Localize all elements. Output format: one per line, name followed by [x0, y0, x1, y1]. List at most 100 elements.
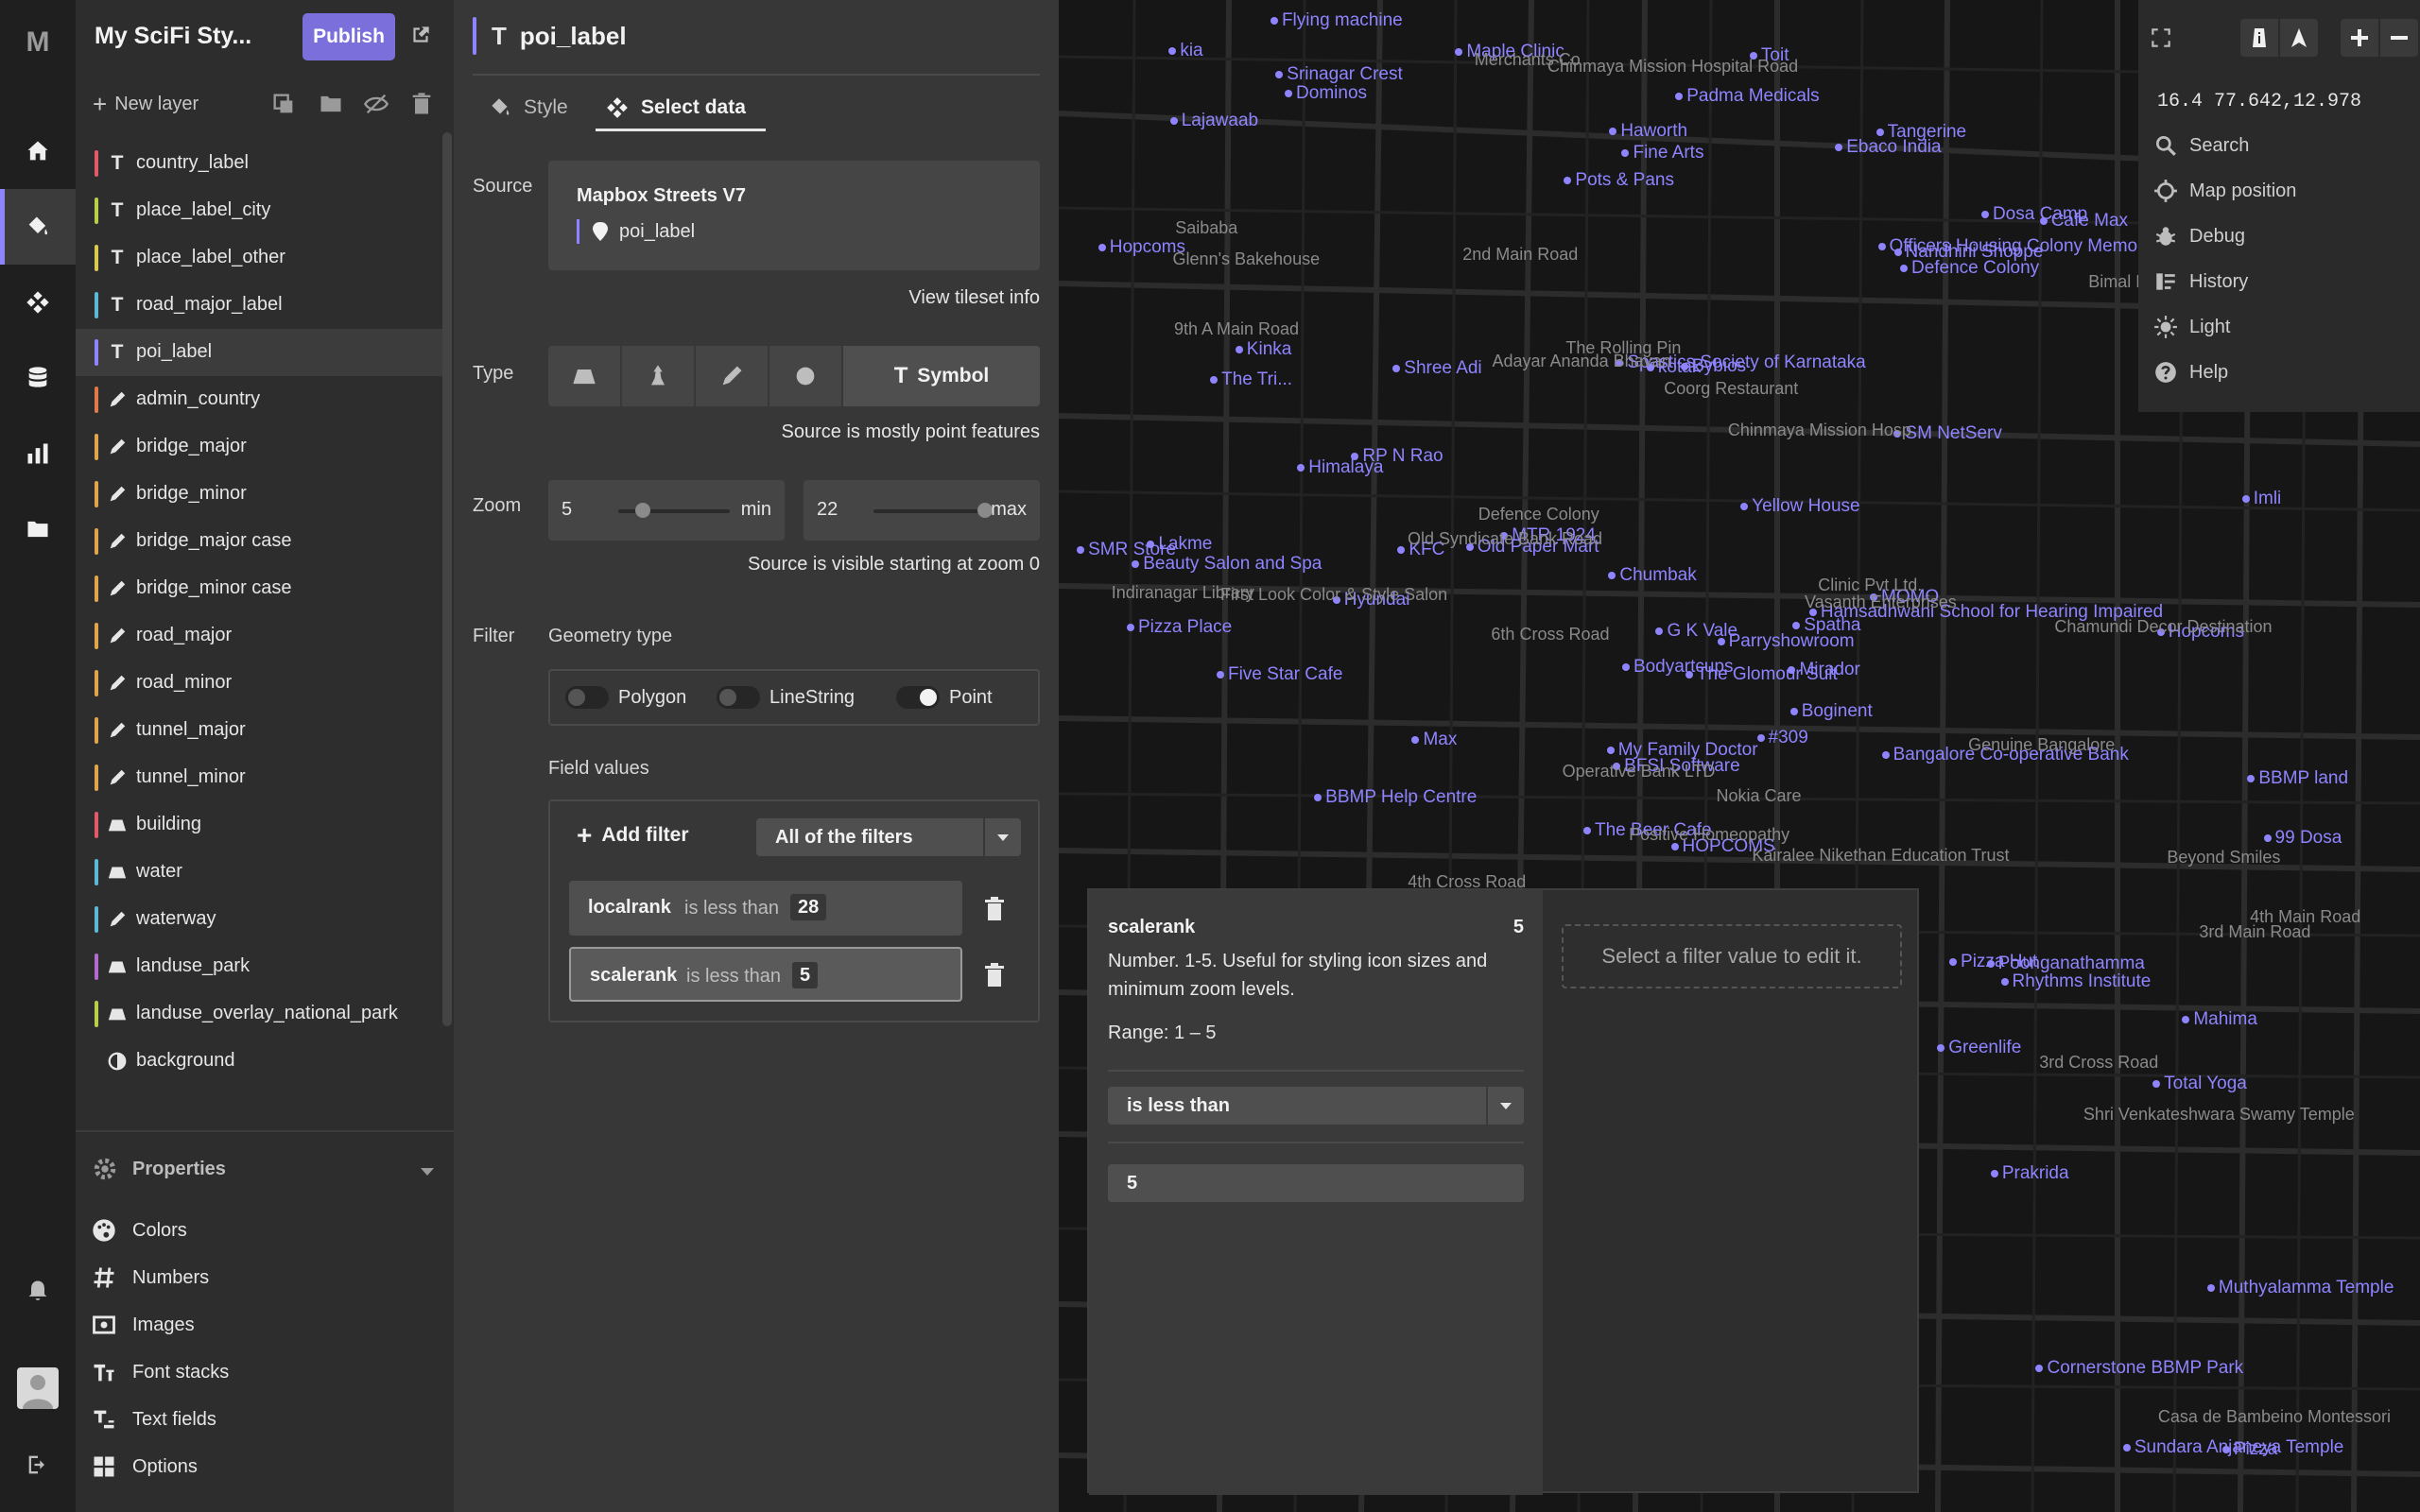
zoom-max-slider-track[interactable]: [873, 509, 985, 513]
history-icon: [2156, 273, 2175, 290]
avatar[interactable]: [17, 1367, 59, 1409]
sun-icon: [2154, 316, 2177, 338]
layer-item[interactable]: tunnel_minor: [76, 754, 442, 801]
zoom-min-slider-thumb[interactable]: [634, 503, 650, 518]
trash-icon[interactable]: [408, 91, 435, 117]
map-poi-label: Srinagar Crest: [1275, 64, 1403, 85]
divider: [1108, 1142, 1524, 1143]
trash-icon[interactable]: [983, 896, 1006, 922]
layer-color-swatch: [95, 859, 98, 885]
layer-item[interactable]: Tcountry_label: [76, 140, 442, 187]
type-extrusion-button[interactable]: [622, 346, 696, 406]
hide-icon[interactable]: [363, 91, 389, 117]
layer-item[interactable]: Troad_major_label: [76, 282, 442, 329]
tab-select-data[interactable]: Select data: [605, 89, 746, 127]
app-logo[interactable]: M: [0, 26, 76, 59]
publish-button[interactable]: Publish: [302, 13, 395, 60]
home-icon[interactable]: [0, 113, 76, 189]
layer-item[interactable]: bridge_major: [76, 423, 442, 471]
bell-icon[interactable]: [0, 1253, 76, 1329]
layer-item[interactable]: water: [76, 849, 442, 896]
external-link-icon[interactable]: [408, 23, 433, 47]
map-control-light[interactable]: Light: [2153, 310, 2230, 344]
map-control-debug[interactable]: Debug: [2153, 219, 2245, 253]
duplicate-icon[interactable]: [270, 91, 297, 117]
layer-item[interactable]: tunnel_major: [76, 707, 442, 754]
logout-icon[interactable]: [0, 1427, 76, 1503]
properties-item-numbers[interactable]: Numbers: [91, 1259, 209, 1297]
layer-item[interactable]: Tplace_label_other: [76, 234, 442, 282]
fullscreen-icon[interactable]: [2142, 19, 2180, 57]
map-poi-label: Imli: [2242, 489, 2282, 509]
crosshair-icon: [2154, 180, 2177, 202]
map-pin-icon: [593, 222, 608, 241]
layer-item[interactable]: bridge_major case: [76, 518, 442, 565]
layer-item[interactable]: bridge_minor case: [76, 565, 442, 612]
editor-layer-title[interactable]: poi_label: [520, 22, 627, 51]
toggle-switch[interactable]: [565, 686, 609, 709]
layer-item[interactable]: waterway: [76, 896, 442, 943]
layer-item[interactable]: admin_country: [76, 376, 442, 423]
layer-item[interactable]: bridge_minor: [76, 471, 442, 518]
toggle-switch[interactable]: [896, 686, 940, 709]
add-filter-button[interactable]: + Add filter: [577, 822, 689, 849]
chart-icon[interactable]: [0, 416, 76, 491]
properties-title[interactable]: Properties: [132, 1159, 226, 1180]
layer-item[interactable]: landuse_park: [76, 943, 442, 990]
paint-bucket-icon[interactable]: [0, 189, 76, 265]
chevron-down-icon[interactable]: [418, 1164, 437, 1179]
operator-select[interactable]: is less than: [1108, 1087, 1524, 1125]
layer-item[interactable]: landuse_overlay_national_park: [76, 990, 442, 1038]
geometry-toggle-polygon[interactable]: Polygon: [565, 686, 686, 709]
zoom-min-control[interactable]: 5 min: [548, 480, 785, 541]
folder-icon[interactable]: [318, 91, 344, 117]
map-road-label: Genuine Bangalore: [1968, 734, 2116, 754]
map-control-history[interactable]: History: [2153, 265, 2248, 299]
geometry-toggle-linestring[interactable]: LineString: [717, 686, 855, 709]
layer-item[interactable]: Tpoi_label: [76, 329, 442, 376]
filter-value-input[interactable]: 5: [1108, 1164, 1524, 1202]
folder-icon[interactable]: [0, 491, 76, 567]
type-symbol-button[interactable]: T Symbol: [843, 346, 1040, 406]
new-layer-button[interactable]: + New layer: [93, 89, 199, 119]
info-icon[interactable]: [2240, 19, 2278, 57]
map-road-label: Casa de Bambeino Montessori: [2157, 1406, 2392, 1426]
tab-style[interactable]: Style: [488, 89, 568, 127]
zoom-out-icon[interactable]: [2380, 19, 2418, 57]
filter-row-scalerank[interactable]: scalerank is less than 5: [569, 947, 962, 1002]
properties-item-colors[interactable]: Colors: [91, 1211, 187, 1249]
zoom-max-value[interactable]: 22: [817, 499, 838, 521]
geometry-toggle-point[interactable]: Point: [896, 686, 993, 709]
type-line-button[interactable]: [696, 346, 769, 406]
properties-item-font-stacks[interactable]: Font stacks: [91, 1353, 229, 1391]
layer-item[interactable]: road_minor: [76, 660, 442, 707]
zoom-max-control[interactable]: 22 max: [804, 480, 1040, 541]
move-icon[interactable]: [0, 265, 76, 340]
filter-mode-select[interactable]: All of the filters: [756, 818, 1021, 856]
properties-item-images[interactable]: Images: [91, 1306, 195, 1344]
layer-list-scrollbar[interactable]: [442, 132, 452, 1026]
type-circle-button[interactable]: [769, 346, 843, 406]
properties-item-options[interactable]: Options: [91, 1448, 198, 1486]
source-selector[interactable]: Mapbox Streets V7 poi_label: [548, 161, 1040, 270]
toggle-switch[interactable]: [717, 686, 760, 709]
geometry-toggle-label: Polygon: [618, 686, 687, 708]
compass-icon[interactable]: [2280, 19, 2318, 57]
map-control-map-position[interactable]: Map position: [2153, 174, 2296, 208]
database-icon[interactable]: [0, 340, 76, 416]
layer-item[interactable]: building: [76, 801, 442, 849]
view-tileset-info-link[interactable]: View tileset info: [908, 287, 1040, 309]
zoom-in-icon[interactable]: [2341, 19, 2378, 57]
layer-item[interactable]: Tplace_label_city: [76, 187, 442, 234]
map-control-help[interactable]: Help: [2153, 355, 2228, 389]
type-fill-button[interactable]: [548, 346, 622, 406]
layer-item[interactable]: background: [76, 1038, 442, 1085]
palette-icon: [93, 1219, 115, 1242]
trash-icon[interactable]: [983, 962, 1006, 988]
style-title[interactable]: My SciFi Sty...: [95, 23, 251, 50]
properties-item-text-fields[interactable]: Text fields: [91, 1400, 216, 1438]
filter-row-localrank[interactable]: localrank is less than 28: [569, 881, 962, 936]
layer-item[interactable]: road_major: [76, 612, 442, 660]
map-control-search[interactable]: Search: [2153, 129, 2249, 163]
zoom-min-value[interactable]: 5: [562, 499, 572, 521]
